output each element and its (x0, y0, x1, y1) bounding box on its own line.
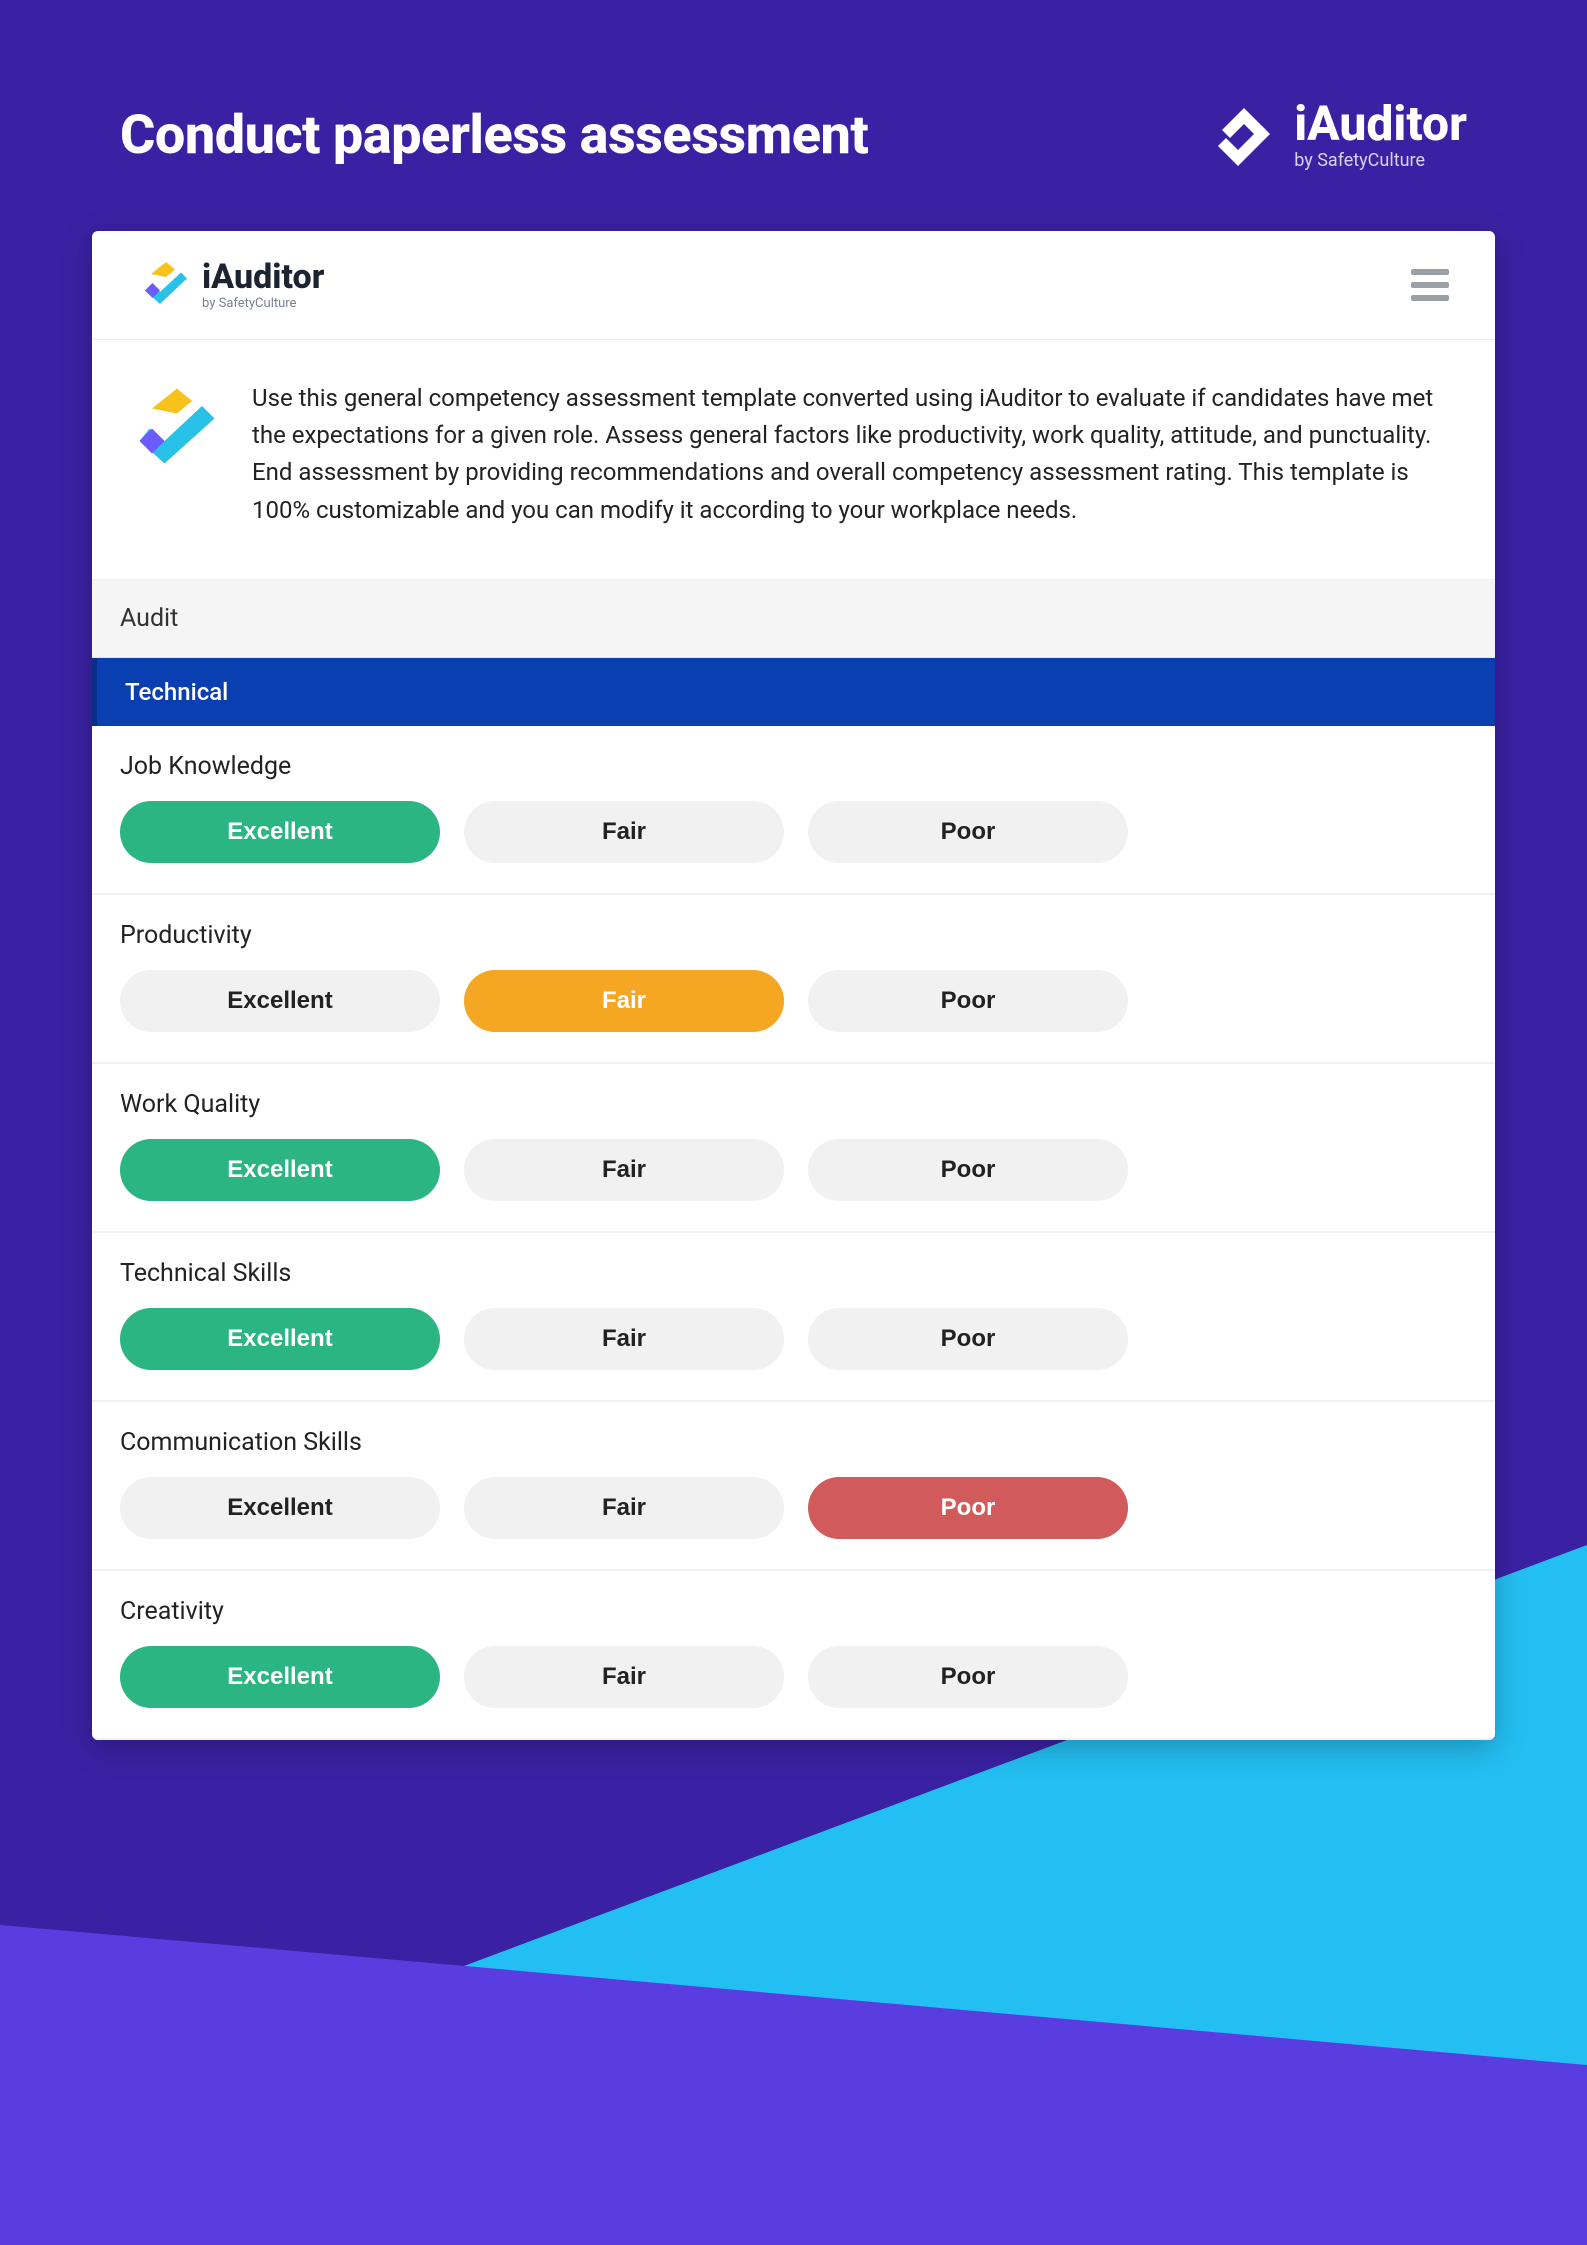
hero-brand: iAuditor by SafetyCulture (1212, 100, 1467, 171)
app-card: iAuditor by SafetyCulture Use this gener… (92, 231, 1495, 1740)
app-brand-sub: by SafetyCulture (202, 296, 324, 311)
option-excellent[interactable]: Excellent (120, 1477, 440, 1539)
question-row: Productivity Excellent Fair Poor (92, 895, 1495, 1064)
section-technical[interactable]: Technical (92, 658, 1495, 726)
iauditor-logo-icon (1212, 102, 1276, 170)
option-group: Excellent Fair Poor (120, 1477, 1467, 1539)
option-group: Excellent Fair Poor (120, 970, 1467, 1032)
option-fair[interactable]: Fair (464, 1139, 784, 1201)
option-excellent[interactable]: Excellent (120, 1646, 440, 1708)
option-fair[interactable]: Fair (464, 801, 784, 863)
menu-icon[interactable] (1405, 263, 1455, 307)
question-label: Job Knowledge (120, 752, 1467, 781)
hero-brand-sub: by SafetyCulture (1294, 150, 1467, 171)
option-excellent[interactable]: Excellent (120, 801, 440, 863)
question-row: Technical Skills Excellent Fair Poor (92, 1233, 1495, 1402)
app-brand: iAuditor by SafetyCulture (142, 259, 324, 311)
template-description-row: Use this general competency assessment t… (92, 340, 1495, 580)
option-poor[interactable]: Poor (808, 1477, 1128, 1539)
question-row: Job Knowledge Excellent Fair Poor (92, 726, 1495, 895)
hero: Conduct paperless assessment iAuditor by… (0, 0, 1587, 231)
question-label: Communication Skills (120, 1428, 1467, 1457)
template-description: Use this general competency assessment t… (252, 380, 1445, 529)
question-label: Technical Skills (120, 1259, 1467, 1288)
template-icon (132, 380, 222, 529)
option-group: Excellent Fair Poor (120, 1139, 1467, 1201)
option-fair[interactable]: Fair (464, 1308, 784, 1370)
option-group: Excellent Fair Poor (120, 801, 1467, 863)
option-excellent[interactable]: Excellent (120, 970, 440, 1032)
question-row: Work Quality Excellent Fair Poor (92, 1064, 1495, 1233)
option-fair[interactable]: Fair (464, 1477, 784, 1539)
question-label: Creativity (120, 1597, 1467, 1626)
option-group: Excellent Fair Poor (120, 1308, 1467, 1370)
hero-title: Conduct paperless assessment (120, 104, 868, 167)
option-excellent[interactable]: Excellent (120, 1308, 440, 1370)
question-row: Communication Skills Excellent Fair Poor (92, 1402, 1495, 1571)
iauditor-logo-icon (142, 259, 190, 311)
question-label: Productivity (120, 921, 1467, 950)
option-poor[interactable]: Poor (808, 801, 1128, 863)
option-poor[interactable]: Poor (808, 970, 1128, 1032)
option-poor[interactable]: Poor (808, 1308, 1128, 1370)
option-poor[interactable]: Poor (808, 1139, 1128, 1201)
option-fair[interactable]: Fair (464, 1646, 784, 1708)
option-excellent[interactable]: Excellent (120, 1139, 440, 1201)
option-fair[interactable]: Fair (464, 970, 784, 1032)
tab-audit[interactable]: Audit (92, 580, 1495, 658)
question-row: Creativity Excellent Fair Poor (92, 1571, 1495, 1740)
option-group: Excellent Fair Poor (120, 1646, 1467, 1708)
question-label: Work Quality (120, 1090, 1467, 1119)
hero-brand-name: iAuditor (1294, 100, 1467, 148)
app-brand-name: iAuditor (202, 260, 324, 294)
option-poor[interactable]: Poor (808, 1646, 1128, 1708)
app-header: iAuditor by SafetyCulture (92, 231, 1495, 340)
